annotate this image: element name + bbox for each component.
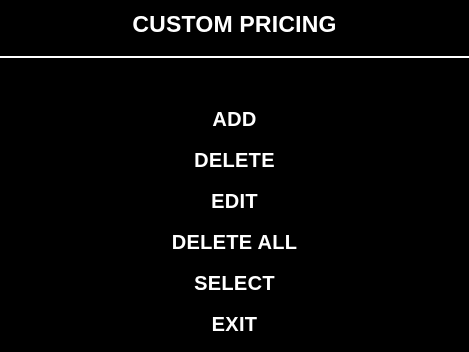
menu-item-edit[interactable]: EDIT	[0, 186, 469, 227]
page-title: CUSTOM PRICING	[132, 11, 337, 37]
menu-item-add[interactable]: ADD	[0, 104, 469, 145]
pricing-screen: CUSTOM PRICING ADD DELETE EDIT DELETE AL…	[0, 0, 469, 352]
pricing-menu: ADD DELETE EDIT DELETE ALL SELECT EXIT	[0, 104, 469, 350]
menu-item-delete[interactable]: DELETE	[0, 145, 469, 186]
menu-item-delete-all[interactable]: DELETE ALL	[0, 227, 469, 268]
title-divider	[0, 56, 469, 58]
menu-item-select[interactable]: SELECT	[0, 268, 469, 309]
menu-item-exit[interactable]: EXIT	[0, 309, 469, 350]
